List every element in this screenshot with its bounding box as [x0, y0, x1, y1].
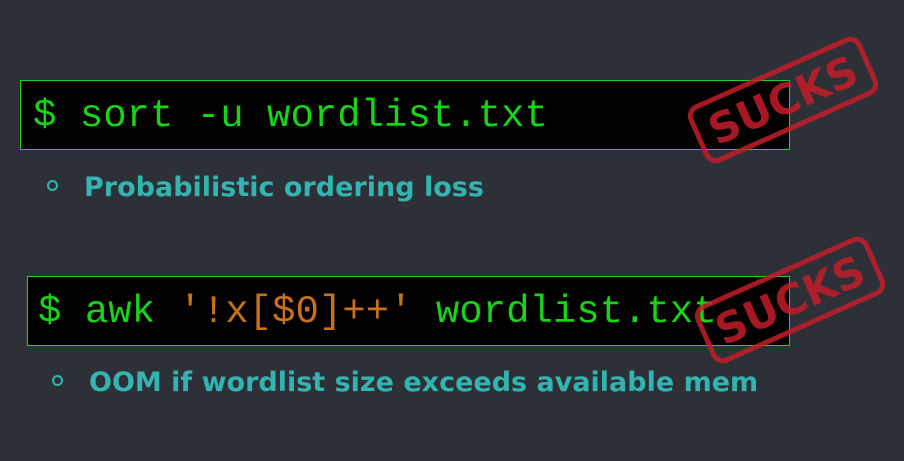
prompt: $: [38, 290, 85, 334]
bullet-text: OOM if wordlist size exceeds available m…: [89, 367, 759, 398]
bullet-text: Probabilistic ordering loss: [84, 172, 484, 203]
command-awk: awk: [84, 290, 179, 334]
command-box-sort: $ sort -u wordlist.txt: [20, 80, 790, 150]
bullet-item: Probabilistic ordering loss: [47, 172, 484, 203]
prompt: $: [33, 94, 80, 138]
sucks-stamp-icon: SUCKS: [690, 232, 890, 368]
hollow-circle-icon: [47, 180, 58, 191]
command-text: $ awk '!x[$0]++' wordlist.txt: [38, 289, 717, 335]
command-filename: wordlist.txt: [412, 290, 717, 334]
command-box-awk: $ awk '!x[$0]++' wordlist.txt: [27, 276, 790, 346]
command-text: $ sort -u wordlist.txt: [33, 93, 548, 139]
awk-expression: '!x[$0]++': [178, 290, 413, 334]
stamp-label: SUCKS: [708, 246, 872, 355]
command-sort: sort -u wordlist.txt: [79, 94, 548, 138]
hollow-circle-icon: [52, 375, 63, 386]
bullet-item: OOM if wordlist size exceeds available m…: [52, 367, 758, 398]
